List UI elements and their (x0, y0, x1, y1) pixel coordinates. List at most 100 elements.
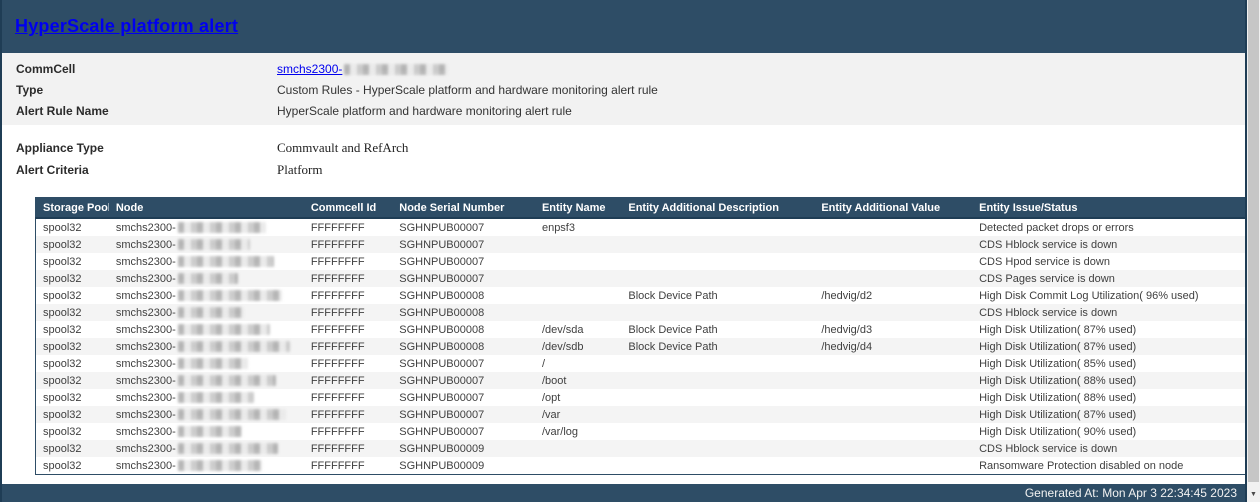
alert-title-link[interactable]: HyperScale platform alert (15, 16, 238, 37)
cell-entity-issue-status: CDS Pages service is down (972, 270, 1246, 287)
commcell-value: smchs2300- (277, 62, 448, 76)
cell-entity-additional-description: Block Device Path (621, 338, 814, 355)
cell-commcell-id: FFFFFFFF (304, 338, 392, 355)
title-banner: HyperScale platform alert (2, 0, 1247, 53)
cell-entity-additional-description (621, 253, 814, 270)
cell-entity-name (535, 440, 621, 457)
cell-storage-pool: spool32 (36, 406, 109, 423)
cell-entity-additional-description: Block Device Path (621, 287, 814, 304)
cell-storage-pool: spool32 (36, 253, 109, 270)
cell-entity-name (535, 270, 621, 287)
cell-entity-additional-description (621, 457, 814, 475)
cell-node: smchs2300- (109, 304, 304, 321)
cell-commcell-id: FFFFFFFF (304, 270, 392, 287)
cell-entity-additional-value (814, 389, 972, 406)
table-row: spool32smchs2300-FFFFFFFFSGHNPUB00009Ran… (36, 457, 1247, 475)
info-row-alert-criteria: Alert Criteria Platform (2, 159, 1247, 181)
cell-entity-name (535, 236, 621, 253)
cell-commcell-id: FFFFFFFF (304, 304, 392, 321)
scrollbar-thumb[interactable] (1248, 0, 1259, 482)
commcell-link[interactable]: smchs2300- (277, 62, 342, 76)
cell-entity-additional-description (621, 423, 814, 440)
cell-node: smchs2300- (109, 457, 304, 475)
cell-entity-name (535, 253, 621, 270)
col-header-entity-issue-status: Entity Issue/Status (972, 198, 1246, 219)
col-header-entity-additional-description: Entity Additional Description (621, 198, 814, 219)
cell-node-serial-number: SGHNPUB00008 (392, 321, 535, 338)
table-row: spool32smchs2300-FFFFFFFFSGHNPUB00008/de… (36, 338, 1247, 355)
cell-entity-issue-status: CDS Hblock service is down (972, 304, 1246, 321)
table-row: spool32smchs2300-FFFFFFFFSGHNPUB00007CDS… (36, 270, 1247, 287)
table-row: spool32smchs2300-FFFFFFFFSGHNPUB00007/Hi… (36, 355, 1247, 372)
cell-node-serial-number: SGHNPUB00007 (392, 355, 535, 372)
alert-criteria-value: Platform (277, 162, 323, 178)
cell-node: smchs2300- (109, 355, 304, 372)
cell-commcell-id: FFFFFFFF (304, 236, 392, 253)
cell-entity-name: /dev/sda (535, 321, 621, 338)
cell-entity-additional-value (814, 440, 972, 457)
cell-entity-issue-status: High Disk Utilization( 88% used) (972, 372, 1246, 389)
cell-entity-additional-description (621, 304, 814, 321)
cell-node: smchs2300- (109, 372, 304, 389)
cell-storage-pool: spool32 (36, 355, 109, 372)
cell-storage-pool: spool32 (36, 457, 109, 475)
cell-entity-additional-description: Block Device Path (621, 321, 814, 338)
table-row: spool32smchs2300-FFFFFFFFSGHNPUB00007CDS… (36, 253, 1247, 270)
redacted-node-name (178, 409, 286, 420)
redacted-node-name (178, 273, 238, 284)
cell-commcell-id: FFFFFFFF (304, 321, 392, 338)
vertical-scrollbar[interactable]: ▼ (1247, 0, 1260, 502)
cell-entity-additional-value (814, 236, 972, 253)
cell-entity-additional-description (621, 355, 814, 372)
cell-entity-additional-value: /hedvig/d3 (814, 321, 972, 338)
cell-entity-issue-status: High Disk Utilization( 90% used) (972, 423, 1246, 440)
info-row-alert-rule-name: Alert Rule Name HyperScale platform and … (2, 100, 1247, 121)
info-band: CommCell smchs2300- Type Custom Rules - … (2, 53, 1247, 125)
redacted-commcell-name (344, 64, 448, 75)
cell-entity-issue-status: High Disk Commit Log Utilization( 96% us… (972, 287, 1246, 304)
cell-entity-additional-description (621, 389, 814, 406)
alert-table-body: spool32smchs2300-FFFFFFFFSGHNPUB00007enp… (36, 218, 1247, 475)
redacted-node-name (178, 375, 276, 386)
cell-node-serial-number: SGHNPUB00007 (392, 218, 535, 236)
cell-node: smchs2300- (109, 423, 304, 440)
cell-node: smchs2300- (109, 236, 304, 253)
alert-criteria-label: Alert Criteria (16, 163, 277, 177)
cell-entity-additional-description (621, 440, 814, 457)
generated-at-text: Generated At: Mon Apr 3 22:34:45 2023 (1025, 486, 1237, 500)
cell-node: smchs2300- (109, 338, 304, 355)
col-header-node-serial-number: Node Serial Number (392, 198, 535, 219)
info-row-type: Type Custom Rules - HyperScale platform … (2, 79, 1247, 100)
cell-node-serial-number: SGHNPUB00008 (392, 287, 535, 304)
redacted-node-name (178, 341, 290, 352)
cell-entity-additional-value (814, 270, 972, 287)
cell-storage-pool: spool32 (36, 389, 109, 406)
table-row: spool32smchs2300-FFFFFFFFSGHNPUB00007CDS… (36, 236, 1247, 253)
alert-rule-name-value: HyperScale platform and hardware monitor… (277, 104, 572, 118)
redacted-node-name (178, 239, 250, 250)
redacted-node-name (178, 426, 242, 437)
cell-node: smchs2300- (109, 218, 304, 236)
cell-storage-pool: spool32 (36, 270, 109, 287)
col-header-entity-name: Entity Name (535, 198, 621, 219)
cell-node-serial-number: SGHNPUB00009 (392, 457, 535, 475)
cell-entity-name: /boot (535, 372, 621, 389)
cell-entity-additional-value (814, 218, 972, 236)
cell-commcell-id: FFFFFFFF (304, 457, 392, 475)
appliance-type-value: Commvault and RefArch (277, 140, 408, 156)
redacted-node-name (178, 443, 278, 454)
cell-entity-additional-value (814, 457, 972, 475)
table-row: spool32smchs2300-FFFFFFFFSGHNPUB00008Blo… (36, 287, 1247, 304)
redacted-node-name (178, 290, 282, 301)
cell-commcell-id: FFFFFFFF (304, 389, 392, 406)
cell-commcell-id: FFFFFFFF (304, 423, 392, 440)
cell-storage-pool: spool32 (36, 236, 109, 253)
cell-entity-issue-status: High Disk Utilization( 87% used) (972, 321, 1246, 338)
cell-node-serial-number: SGHNPUB00007 (392, 236, 535, 253)
scroll-down-button[interactable]: ▼ (1247, 487, 1260, 502)
cell-node: smchs2300- (109, 321, 304, 338)
cell-entity-additional-value: /hedvig/d4 (814, 338, 972, 355)
redacted-node-name (178, 392, 254, 403)
col-header-entity-additional-value: Entity Additional Value (814, 198, 972, 219)
cell-entity-additional-value (814, 372, 972, 389)
